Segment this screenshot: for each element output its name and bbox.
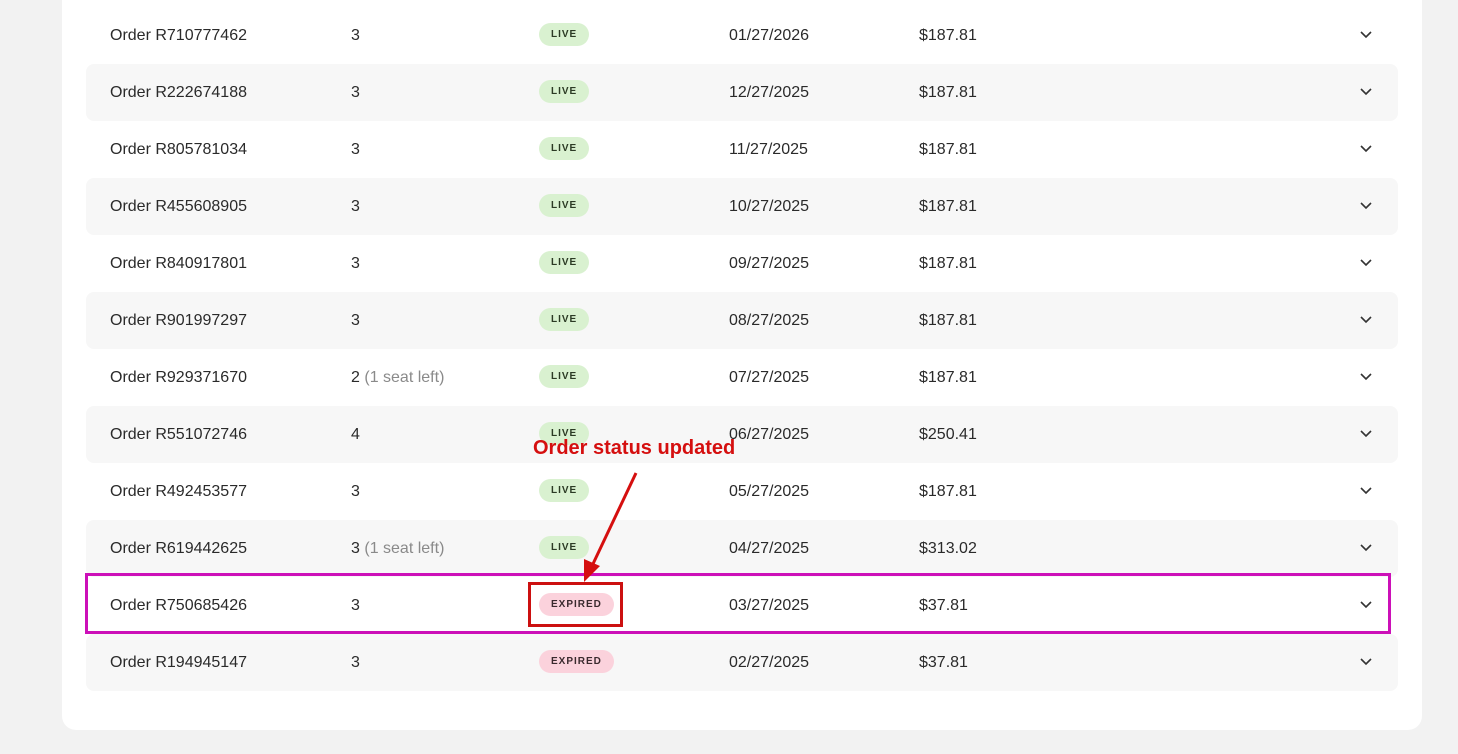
seat-count: 3 — [351, 597, 360, 614]
chevron-down-icon[interactable] — [1356, 577, 1376, 634]
status-cell: LIVE — [539, 520, 590, 577]
seat-count: 3 — [351, 483, 360, 500]
table-row[interactable]: Order R750685426 3 EXPIRED 03/27/2025 $3… — [86, 577, 1398, 634]
status-cell: LIVE — [539, 7, 590, 64]
table-row[interactable]: Order R492453577 3 LIVE 05/27/2025 $187.… — [86, 463, 1398, 520]
order-date: 10/27/2025 — [729, 198, 810, 215]
order-number: Order R455608905 — [110, 198, 247, 215]
order-total: $187.81 — [919, 369, 977, 386]
status-badge: LIVE — [539, 80, 590, 104]
order-date: 12/27/2025 — [729, 84, 810, 101]
annotation-label: Order status updated — [533, 437, 736, 459]
table-row[interactable]: Order R222674188 3 LIVE 12/27/2025 $187.… — [86, 64, 1398, 121]
order-number: Order R929371670 — [110, 369, 247, 386]
chevron-down-icon[interactable] — [1356, 121, 1376, 178]
order-number: Order R901997297 — [110, 312, 247, 329]
order-number: Order R840917801 — [110, 255, 247, 272]
order-total: $187.81 — [919, 141, 977, 158]
order-total: $187.81 — [919, 84, 977, 101]
order-total: $187.81 — [919, 198, 977, 215]
order-date: 06/27/2025 — [729, 426, 810, 443]
order-number: Order R750685426 — [110, 597, 247, 614]
chevron-down-icon[interactable] — [1356, 520, 1376, 577]
table-row[interactable]: Order R619442625 3 (1 seat left) LIVE 04… — [86, 520, 1398, 577]
status-cell: LIVE — [539, 349, 590, 406]
seat-count: 3 — [351, 141, 360, 158]
order-total: $313.02 — [919, 540, 977, 557]
chevron-down-icon[interactable] — [1356, 406, 1376, 463]
status-badge: LIVE — [539, 194, 590, 218]
seat-count: 4 — [351, 426, 360, 443]
order-date: 04/27/2025 — [729, 540, 810, 557]
status-cell: LIVE — [539, 178, 590, 235]
order-total: $37.81 — [919, 654, 968, 671]
order-date: 11/27/2025 — [729, 141, 808, 158]
seat-count: 2 (1 seat left) — [351, 369, 445, 386]
seat-count: 3 — [351, 84, 360, 101]
order-date: 03/27/2025 — [729, 597, 810, 614]
chevron-down-icon[interactable] — [1356, 292, 1376, 349]
order-number: Order R194945147 — [110, 654, 247, 671]
status-badge: LIVE — [539, 251, 590, 275]
status-badge: LIVE — [539, 137, 590, 161]
table-row[interactable]: Order R551072746 4 LIVE 06/27/2025 $250.… — [86, 406, 1398, 463]
table-row[interactable]: Order R194945147 3 EXPIRED 02/27/2025 $3… — [86, 634, 1398, 691]
status-badge: EXPIRED — [539, 650, 614, 674]
order-number: Order R619442625 — [110, 540, 247, 557]
chevron-down-icon[interactable] — [1356, 7, 1376, 64]
order-total: $187.81 — [919, 255, 977, 272]
seat-count: 3 — [351, 27, 360, 44]
chevron-down-icon[interactable] — [1356, 64, 1376, 121]
seat-count: 3 — [351, 198, 360, 215]
table-row[interactable]: Order R929371670 2 (1 seat left) LIVE 07… — [86, 349, 1398, 406]
order-total: $37.81 — [919, 597, 968, 614]
table-row[interactable]: Order R901997297 3 LIVE 08/27/2025 $187.… — [86, 292, 1398, 349]
order-total: $250.41 — [919, 426, 977, 443]
chevron-down-icon[interactable] — [1356, 178, 1376, 235]
order-number: Order R492453577 — [110, 483, 247, 500]
order-number: Order R222674188 — [110, 84, 247, 101]
order-total: $187.81 — [919, 312, 977, 329]
chevron-down-icon[interactable] — [1356, 235, 1376, 292]
table-row[interactable]: Order R710777462 3 LIVE 01/27/2026 $187.… — [86, 7, 1398, 64]
table-row[interactable]: Order R805781034 3 LIVE 11/27/2025 $187.… — [86, 121, 1398, 178]
order-total: $187.81 — [919, 483, 977, 500]
seat-count: 3 (1 seat left) — [351, 540, 445, 557]
seat-count: 3 — [351, 654, 360, 671]
status-badge: LIVE — [539, 308, 590, 332]
status-cell: LIVE — [539, 64, 590, 121]
order-date: 01/27/2026 — [729, 27, 810, 44]
status-cell: LIVE — [539, 235, 590, 292]
status-cell: EXPIRED — [539, 634, 614, 691]
status-badge: EXPIRED — [539, 593, 614, 617]
seat-count: 3 — [351, 255, 360, 272]
order-date: 02/27/2025 — [729, 654, 810, 671]
order-total: $187.81 — [919, 27, 977, 44]
chevron-down-icon[interactable] — [1356, 463, 1376, 520]
order-number: Order R551072746 — [110, 426, 247, 443]
order-date: 08/27/2025 — [729, 312, 810, 329]
order-date: 07/27/2025 — [729, 369, 810, 386]
status-cell: LIVE — [539, 121, 590, 178]
chevron-down-icon[interactable] — [1356, 634, 1376, 691]
status-cell: EXPIRED — [539, 577, 614, 634]
order-number: Order R710777462 — [110, 27, 247, 44]
order-date: 09/27/2025 — [729, 255, 810, 272]
chevron-down-icon[interactable] — [1356, 349, 1376, 406]
status-badge: LIVE — [539, 365, 590, 389]
status-badge: LIVE — [539, 479, 590, 503]
status-cell: LIVE — [539, 463, 590, 520]
status-cell: LIVE — [539, 292, 590, 349]
seat-count: 3 — [351, 312, 360, 329]
table-row[interactable]: Order R840917801 3 LIVE 09/27/2025 $187.… — [86, 235, 1398, 292]
order-date: 05/27/2025 — [729, 483, 810, 500]
order-number: Order R805781034 — [110, 141, 247, 158]
table-row[interactable]: Order R455608905 3 LIVE 10/27/2025 $187.… — [86, 178, 1398, 235]
status-badge: LIVE — [539, 536, 590, 560]
orders-list: Order R710777462 3 LIVE 01/27/2026 $187.… — [86, 7, 1398, 691]
status-badge: LIVE — [539, 23, 590, 47]
